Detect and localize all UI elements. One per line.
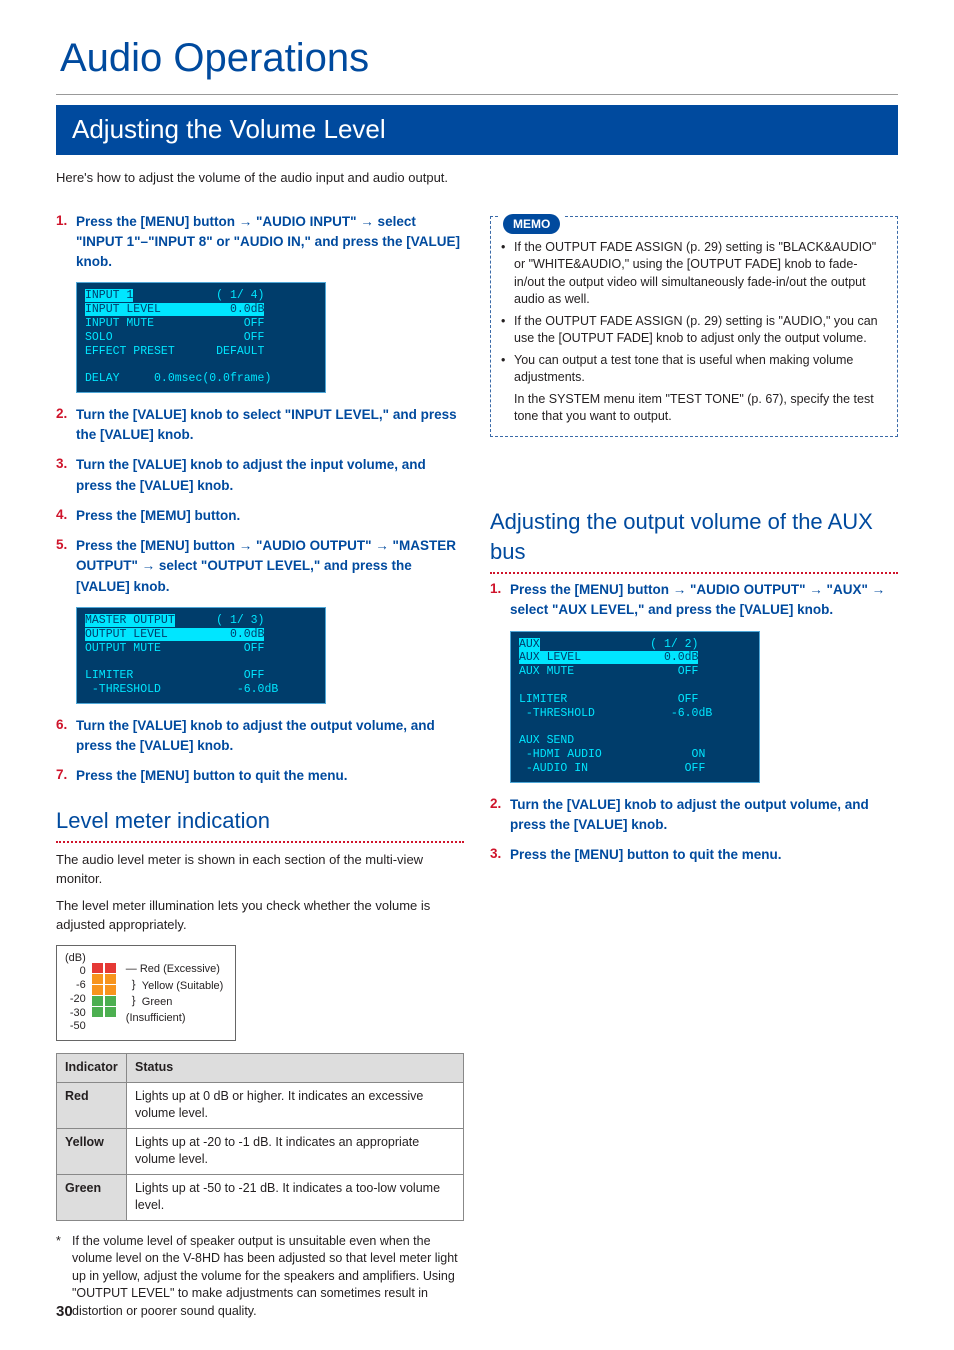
table-row: RedLights up at 0 dB or higher. It indic… xyxy=(57,1082,464,1128)
step-1: 1. Press the [MENU] button → "AUDIO INPU… xyxy=(56,212,464,273)
table-row: YellowLights up at -20 to -1 dB. It indi… xyxy=(57,1128,464,1174)
step-6: 6.Turn the [VALUE] knob to adjust the ou… xyxy=(56,716,464,757)
section-banner: Adjusting the Volume Level xyxy=(56,105,898,155)
lcd-input1: INPUT 1 ( 1/ 4) INPUT LEVEL 0.0dB INPUT … xyxy=(76,282,326,393)
step-3: 3.Turn the [VALUE] knob to adjust the in… xyxy=(56,455,464,496)
left-column: 1. Press the [MENU] button → "AUDIO INPU… xyxy=(56,206,464,1321)
memo-box: MEMO •If the OUTPUT FADE ASSIGN (p. 29) … xyxy=(490,216,898,437)
page-number: 30 xyxy=(56,1301,73,1322)
step-text: Press the [MENU] button → "AUDIO INPUT" … xyxy=(76,212,464,273)
aux-step-1: 1.Press the [MENU] button → "AUDIO OUTPU… xyxy=(490,580,898,621)
memo-label: MEMO xyxy=(503,214,560,235)
level-meter-heading: Level meter indication xyxy=(56,806,464,843)
horizontal-rule xyxy=(56,94,898,95)
level-meter-text2: The level meter illumination lets you ch… xyxy=(56,897,464,935)
right-column: MEMO •If the OUTPUT FADE ASSIGN (p. 29) … xyxy=(490,206,898,1321)
step-5: 5.Press the [MENU] button → "AUDIO OUTPU… xyxy=(56,536,464,597)
level-meter-text1: The audio level meter is shown in each s… xyxy=(56,851,464,889)
step-2: 2.Turn the [VALUE] knob to select "INPUT… xyxy=(56,405,464,446)
aux-step-3: 3.Press the [MENU] button to quit the me… xyxy=(490,845,898,865)
step-number: 1. xyxy=(56,212,76,273)
indicator-table: IndicatorStatus RedLights up at 0 dB or … xyxy=(56,1053,464,1221)
lcd-master-output: MASTER OUTPUT ( 1/ 3) OUTPUT LEVEL 0.0dB… xyxy=(76,607,326,704)
footnote: * If the volume level of speaker output … xyxy=(56,1233,464,1321)
page-title: Audio Operations xyxy=(0,0,954,94)
intro-text: Here's how to adjust the volume of the a… xyxy=(56,169,898,187)
aux-heading: Adjusting the output volume of the AUX b… xyxy=(490,507,898,575)
step-4: 4.Press the [MEMU] button. xyxy=(56,506,464,526)
step-7: 7.Press the [MENU] button to quit the me… xyxy=(56,766,464,786)
lcd-aux: AUX ( 1/ 2) AUX LEVEL 0.0dB AUX MUTE OFF… xyxy=(510,631,760,783)
aux-step-2: 2.Turn the [VALUE] knob to adjust the ou… xyxy=(490,795,898,836)
table-row: GreenLights up at -50 to -21 dB. It indi… xyxy=(57,1174,464,1220)
level-meter-diagram: (dB) 0 -6 -20 -30 -50 xyxy=(56,945,236,1042)
